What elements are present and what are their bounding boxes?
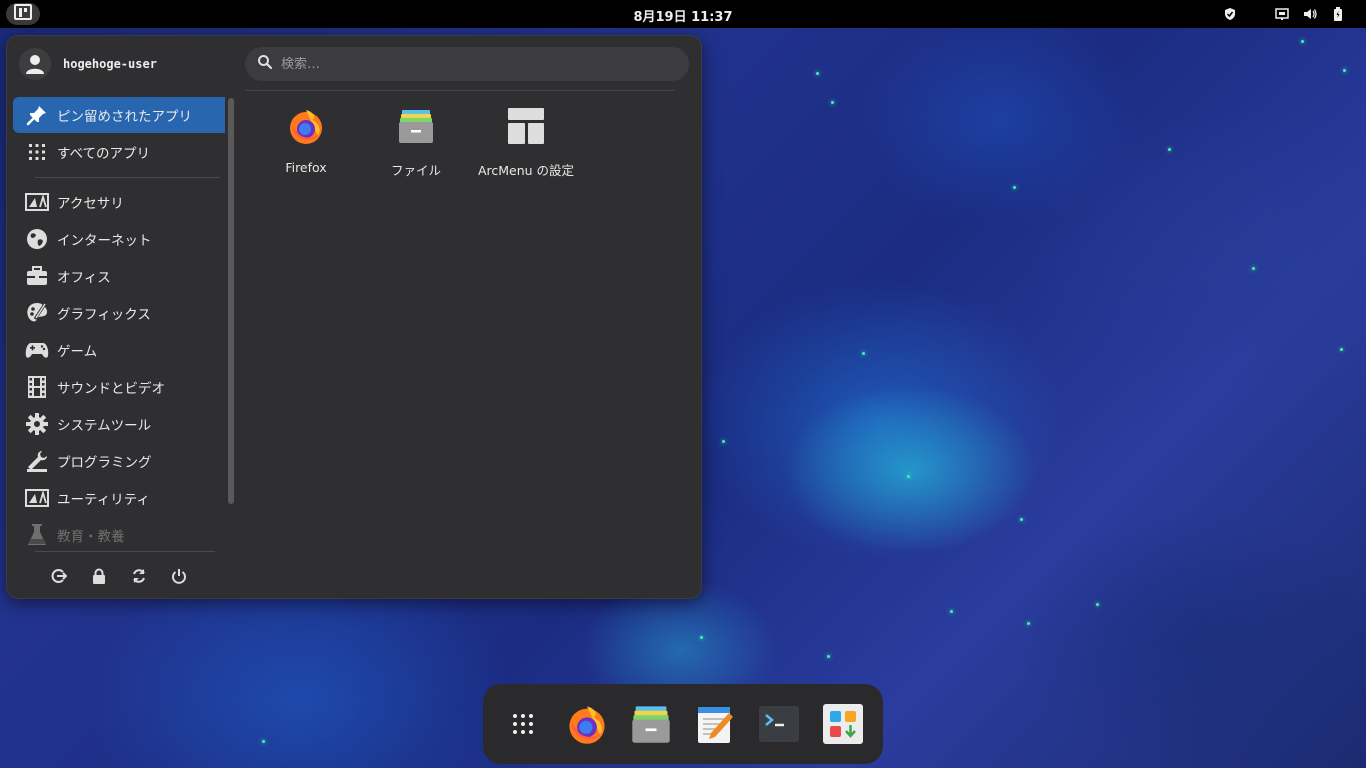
sidebar-item-label: プログラミング: [57, 455, 152, 471]
session-buttons: [47, 564, 191, 588]
system-tray[interactable]: [1216, 0, 1352, 28]
app-label: ArcMenu の設定: [477, 163, 575, 178]
sidebar-item-all-apps[interactable]: すべてのアプリ: [13, 134, 225, 170]
sidebar-item-education[interactable]: 教育・教養: [13, 517, 225, 553]
clock[interactable]: 8月19日 11:37: [633, 10, 732, 25]
gear-icon: [25, 412, 49, 436]
utilities-icon: [25, 486, 49, 510]
sidebar-item-pinned[interactable]: ピン留めされたアプリ: [13, 97, 225, 133]
globe-icon: [25, 227, 49, 251]
briefcase-icon: [25, 264, 49, 288]
divider: [245, 90, 675, 91]
zorin-logo-icon: [14, 4, 32, 24]
sidebar-item-programming[interactable]: プログラミング: [13, 443, 225, 479]
app-grid-icon[interactable]: [499, 700, 547, 748]
activities-button[interactable]: [6, 3, 40, 25]
sidebar-item-internet[interactable]: インターネット: [13, 221, 225, 257]
gamepad-icon: [25, 338, 49, 362]
sidebar-item-label: アクセサリ: [57, 196, 124, 212]
sidebar-item-label: インターネット: [57, 233, 152, 249]
firefox-icon[interactable]: [563, 700, 611, 748]
sidebar-item-label: システムツール: [57, 418, 152, 434]
sidebar-item-label: サウンドとビデオ: [57, 381, 165, 397]
power-icon[interactable]: [167, 564, 191, 588]
sidebar-item-games[interactable]: ゲーム: [13, 332, 225, 368]
sidebar-scrollbar[interactable]: [228, 98, 234, 504]
avatar[interactable]: [19, 48, 51, 80]
sidebar-item-label: ピン留めされたアプリ: [57, 109, 192, 125]
divider: [35, 177, 220, 178]
files-icon[interactable]: [627, 700, 675, 748]
software-icon[interactable]: [819, 700, 867, 748]
grid-icon: [25, 140, 49, 164]
category-sidebar: ピン留めされたアプリ すべてのアプリ アクセサリ インターネット オフィス グラ…: [13, 97, 225, 545]
app-files[interactable]: ファイル: [361, 98, 471, 188]
sidebar-item-label: ゲーム: [57, 344, 98, 360]
sidebar-item-accessories[interactable]: アクセサリ: [13, 184, 225, 220]
sidebar-item-graphics[interactable]: グラフィックス: [13, 295, 225, 331]
shield-icon[interactable]: [1216, 0, 1244, 28]
palette-icon: [25, 301, 49, 325]
volume-icon[interactable]: [1296, 0, 1324, 28]
network-icon[interactable]: [1268, 0, 1296, 28]
logout-icon[interactable]: [47, 564, 71, 588]
restart-icon[interactable]: [127, 564, 151, 588]
text-editor-icon[interactable]: [691, 700, 739, 748]
sidebar-item-label: 教育・教養: [57, 529, 125, 545]
sidebar-item-system-tools[interactable]: システムツール: [13, 406, 225, 442]
app-arcmenu-settings[interactable]: ArcMenu の設定: [471, 98, 581, 188]
user-row[interactable]: hogehoge-user: [19, 48, 157, 80]
search-box[interactable]: [245, 47, 689, 81]
sidebar-item-label: オフィス: [57, 270, 111, 286]
dock: [483, 684, 883, 764]
app-firefox[interactable]: Firefox: [251, 98, 361, 188]
files-icon: [394, 104, 438, 148]
sidebar-item-utilities[interactable]: ユーティリティ: [13, 480, 225, 516]
app-label: Firefox: [285, 160, 327, 175]
pin-icon: [25, 103, 49, 127]
search-icon: [257, 54, 273, 74]
terminal-icon[interactable]: [755, 700, 803, 748]
battery-icon[interactable]: [1324, 0, 1352, 28]
sidebar-item-label: グラフィックス: [57, 307, 151, 323]
top-bar: 8月19日 11:37: [0, 0, 1366, 28]
wrench-icon: [25, 449, 49, 473]
lock-icon[interactable]: [87, 564, 111, 588]
sidebar-item-label: ユーティリティ: [57, 492, 150, 508]
divider: [35, 551, 215, 552]
accessories-icon: [25, 190, 49, 214]
username[interactable]: hogehoge-user: [63, 57, 157, 71]
arcmenu-settings-icon: [504, 104, 548, 148]
search-input[interactable]: [281, 56, 661, 72]
firefox-icon: [284, 104, 328, 148]
sidebar-item-label: すべてのアプリ: [57, 146, 151, 162]
app-menu: hogehoge-user ピン留めされたアプリ すべてのアプリ アクセサリ: [6, 35, 702, 599]
app-label: ファイル: [390, 163, 441, 178]
sidebar-item-sound-video[interactable]: サウンドとビデオ: [13, 369, 225, 405]
sidebar-item-office[interactable]: オフィス: [13, 258, 225, 294]
flask-icon: [25, 523, 49, 547]
film-icon: [25, 375, 49, 399]
